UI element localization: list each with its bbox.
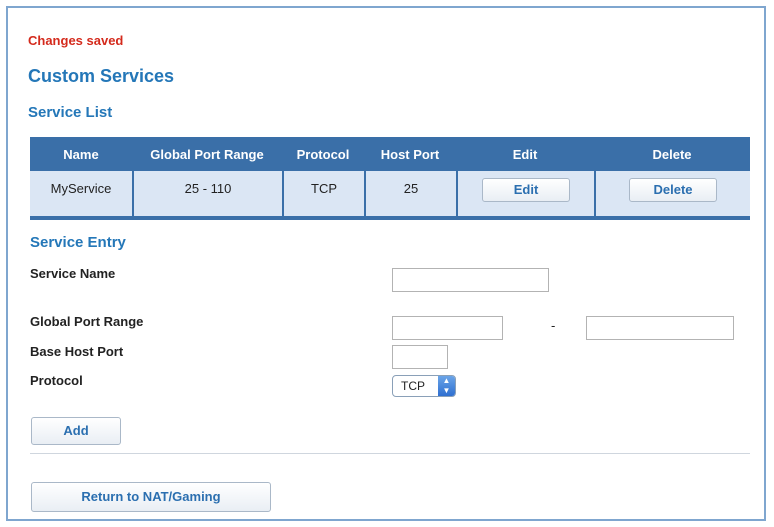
global-port-start-input[interactable] — [392, 316, 503, 340]
service-name-label: Service Name — [30, 266, 116, 281]
column-header-delete: Delete — [652, 146, 692, 162]
port-range-separator: - — [551, 318, 556, 333]
up-down-arrows-icon: ▲ ▼ — [438, 376, 455, 396]
base-host-port-input[interactable] — [392, 345, 448, 369]
service-list-table: Name Global Port Range Protocol Host Por… — [30, 137, 750, 220]
cell-protocol: TCP — [282, 171, 364, 220]
global-port-end-input[interactable] — [586, 316, 734, 340]
cell-delete: Delete — [594, 171, 750, 220]
column-header-edit: Edit — [512, 146, 538, 162]
return-to-nat-gaming-button[interactable]: Return to NAT/Gaming — [31, 482, 271, 512]
column-header-name: Name — [63, 146, 99, 162]
status-message: Changes saved — [28, 33, 124, 48]
protocol-select[interactable]: TCP ▲ ▼ — [392, 375, 456, 397]
base-host-port-label: Base Host Port — [30, 344, 124, 359]
cell-name: MyService — [30, 171, 132, 220]
table-row: MyService 25 - 110 TCP 25 Edit Delete — [30, 171, 750, 220]
cell-edit: Edit — [456, 171, 594, 220]
divider — [30, 453, 750, 454]
cell-global-port-range: 25 - 110 — [132, 171, 282, 220]
page-title: Custom Services — [28, 66, 175, 86]
column-header-host-port: Host Port — [380, 146, 440, 162]
delete-button[interactable]: Delete — [629, 178, 717, 202]
global-port-range-label: Global Port Range — [30, 314, 144, 329]
service-list-heading: Service List — [28, 104, 113, 121]
protocol-label: Protocol — [30, 373, 83, 388]
edit-button[interactable]: Edit — [482, 178, 570, 202]
protocol-selected-value: TCP — [401, 379, 425, 393]
cell-host-port: 25 — [364, 171, 456, 220]
service-name-input[interactable] — [392, 268, 549, 292]
service-entry-heading: Service Entry — [30, 234, 126, 251]
table-header-row: Name Global Port Range Protocol Host Por… — [30, 137, 750, 171]
add-button[interactable]: Add — [31, 417, 121, 445]
column-header-global-port-range: Global Port Range — [150, 146, 264, 162]
column-header-protocol: Protocol — [296, 146, 350, 162]
